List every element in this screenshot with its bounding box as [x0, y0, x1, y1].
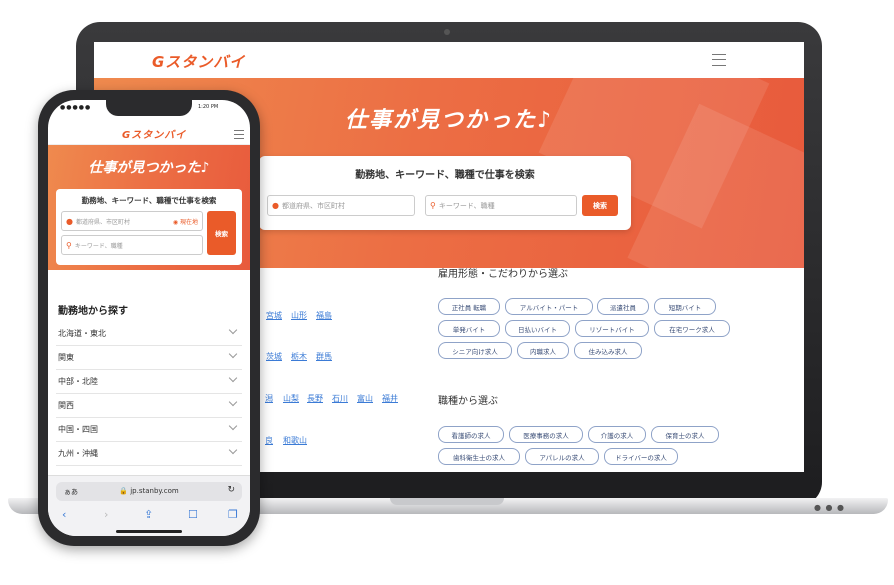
search-button[interactable]: 検索: [582, 195, 618, 216]
chip-employment[interactable]: リゾートバイト: [575, 320, 649, 337]
region-link[interactable]: 長野: [307, 393, 323, 404]
area-label: 中部・北陸: [58, 377, 98, 386]
region-link[interactable]: 潟: [265, 393, 273, 404]
bookmarks-icon[interactable]: ☐: [188, 508, 198, 521]
area-label: 九州・沖縄: [58, 449, 98, 458]
url-bar[interactable]: ぁあ 🔒 jp.stanby.com ↻: [56, 482, 242, 501]
region-link[interactable]: 和歌山: [283, 435, 307, 446]
menu-icon[interactable]: [712, 54, 726, 66]
area-label: 関東: [58, 353, 74, 362]
forward-icon[interactable]: ›: [104, 508, 108, 521]
location-placeholder: 都道府県、市区町村: [75, 218, 130, 226]
keyword-placeholder: キーワード、職種: [438, 201, 495, 210]
chip-employment[interactable]: アルバイト・パート: [505, 298, 593, 315]
share-icon[interactable]: ⇪: [144, 508, 153, 521]
location-input[interactable]: ● 都道府県、市区町村 ◉ 現在地: [61, 211, 203, 231]
search-card: 勤務地、キーワード、職種で仕事を検索 ● 都道府県、市区町村 ⚲ キーワード、職…: [259, 156, 631, 230]
area-label: 北海道・東北: [58, 329, 106, 338]
tabs-icon[interactable]: ❐: [228, 508, 238, 521]
chip-employment[interactable]: 在宅ワーク求人: [654, 320, 730, 337]
chevron-down-icon: [228, 349, 238, 359]
laptop-notch: [390, 498, 504, 505]
search-icon: ⚲: [430, 201, 436, 210]
search-title: 勤務地、キーワード、職種で仕事を検索: [81, 196, 217, 205]
region-link[interactable]: 山形: [291, 310, 307, 321]
chip-occupation[interactable]: 保育士の求人: [651, 426, 719, 443]
region-link[interactable]: 福井: [382, 393, 398, 404]
region-link[interactable]: 石川: [332, 393, 348, 404]
occupation-section-title: 職種から選ぶ: [438, 396, 498, 407]
hero-title: 仕事が見つかった♪: [88, 160, 210, 176]
chip-employment[interactable]: 正社員 転職: [438, 298, 500, 315]
employment-section-title: 雇用形態・こだわりから選ぶ: [438, 269, 568, 280]
chip-occupation[interactable]: 介護の求人: [588, 426, 646, 443]
area-row[interactable]: 関西: [56, 394, 242, 418]
region-link[interactable]: 栃木: [291, 351, 307, 362]
signal-icon: ●●●●●: [60, 104, 92, 111]
region-link[interactable]: 福島: [316, 310, 332, 321]
home-indicator: [116, 530, 182, 533]
url-text: 🔒 jp.stanby.com: [119, 487, 179, 495]
chip-occupation[interactable]: ドライバーの求人: [604, 448, 678, 465]
region-link[interactable]: 茨城: [266, 351, 282, 362]
area-row[interactable]: 中部・北陸: [56, 370, 242, 394]
location-pin-icon: ●: [66, 216, 73, 226]
area-section-title: 勤務地から探す: [58, 306, 128, 317]
chip-employment[interactable]: 住み込み求人: [574, 342, 642, 359]
keyword-placeholder: キーワード、職種: [74, 242, 123, 250]
region-link[interactable]: 富山: [357, 393, 373, 404]
keyword-input[interactable]: ⚲ キーワード、職種: [61, 235, 203, 255]
chip-occupation[interactable]: 医療事務の求人: [509, 426, 583, 443]
search-button[interactable]: 検索: [207, 211, 236, 255]
search-card: 勤務地、キーワード、職種で仕事を検索 ● 都道府県、市区町村 ◉ 現在地 ⚲ キ…: [56, 189, 242, 265]
chevron-down-icon: [228, 421, 238, 431]
indicator-dots: ● ● ●: [814, 503, 846, 512]
area-row[interactable]: 中国・四国: [56, 418, 242, 442]
current-location-label: 現在地: [179, 218, 198, 226]
chip-occupation[interactable]: 看護師の求人: [438, 426, 504, 443]
chip-employment[interactable]: 単発バイト: [438, 320, 500, 337]
region-link[interactable]: 山梨: [283, 393, 299, 404]
mobile-browser-view: ●●●●● 1:20 PM Gスタンバイ 仕事が見つかった♪ 勤務地、キーワード…: [48, 100, 250, 536]
chip-employment[interactable]: 日払いバイト: [505, 320, 570, 337]
chevron-down-icon: [228, 325, 238, 335]
area-label: 関西: [58, 401, 74, 410]
search-title: 勤務地、キーワード、職種で仕事を検索: [355, 170, 535, 181]
area-row[interactable]: 関東: [56, 346, 242, 370]
hero-banner: 仕事が見つかった♪ 勤務地、キーワード、職種で仕事を検索 ● 都道府県、市区町村…: [48, 145, 250, 270]
area-row[interactable]: 北海道・東北: [56, 322, 242, 346]
chevron-down-icon: [228, 373, 238, 383]
url-domain: jp.stanby.com: [130, 487, 179, 495]
region-link[interactable]: 群馬: [316, 351, 332, 362]
brand-logo[interactable]: Gスタンバイ: [122, 126, 186, 141]
region-link[interactable]: 宮城: [266, 310, 282, 321]
chip-occupation[interactable]: 歯科衛生士の求人: [438, 448, 520, 465]
chip-employment[interactable]: 派遣社員: [597, 298, 649, 315]
region-link[interactable]: 良: [265, 435, 273, 446]
current-location-button[interactable]: ◉ 現在地: [173, 217, 198, 226]
keyword-input[interactable]: ⚲ キーワード、職種: [425, 195, 577, 216]
chevron-down-icon: [228, 397, 238, 407]
chip-employment[interactable]: シニア向け求人: [438, 342, 512, 359]
brand-logo[interactable]: Gスタンバイ: [152, 51, 245, 72]
search-icon: ⚲: [66, 240, 72, 250]
area-row[interactable]: 九州・沖縄: [56, 442, 242, 466]
chip-employment[interactable]: 内職求人: [517, 342, 569, 359]
desktop-header: Gスタンバイ: [94, 42, 804, 78]
chip-occupation[interactable]: アパレルの求人: [525, 448, 599, 465]
location-input[interactable]: ● 都道府県、市区町村: [267, 195, 415, 216]
phone-notch: [106, 100, 192, 116]
mobile-header: Gスタンバイ: [48, 118, 250, 145]
location-pin-icon: ●: [272, 201, 279, 210]
area-label: 中国・四国: [58, 425, 98, 434]
back-icon[interactable]: ‹: [62, 508, 66, 521]
status-time: 1:20 PM: [198, 104, 219, 110]
chevron-down-icon: [228, 445, 238, 455]
location-placeholder: 都道府県、市区町村: [281, 201, 345, 210]
chip-employment[interactable]: 短期バイト: [654, 298, 716, 315]
camera-icon: [444, 29, 450, 35]
menu-icon[interactable]: [234, 130, 244, 139]
reload-icon[interactable]: ↻: [227, 485, 235, 495]
safari-toolbar: ぁあ 🔒 jp.stanby.com ↻ ‹ › ⇪ ☐ ❐: [48, 475, 250, 536]
